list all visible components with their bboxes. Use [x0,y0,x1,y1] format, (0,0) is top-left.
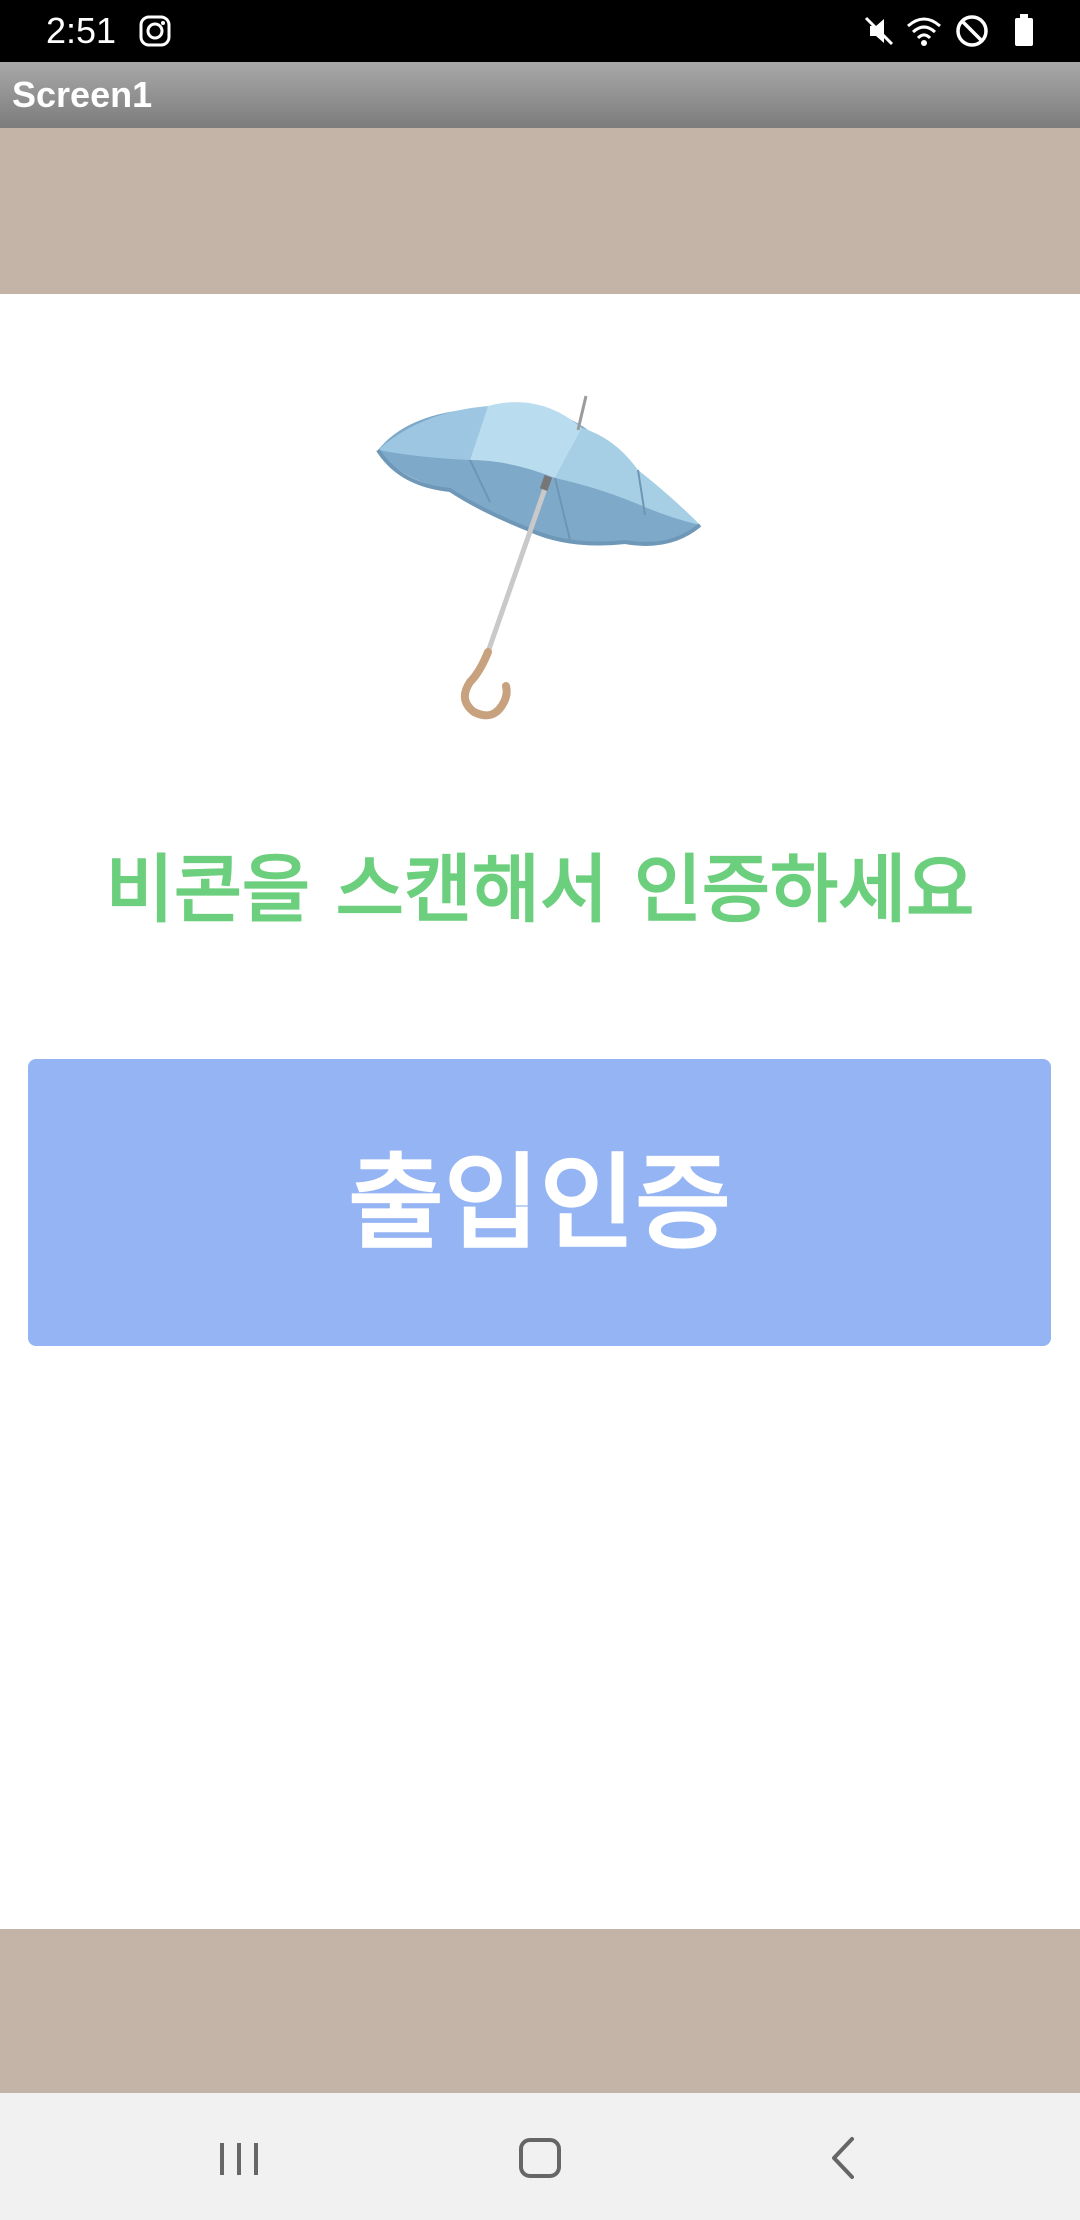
recent-apps-icon[interactable] [194,2113,284,2203]
instruction-text: 비콘을 스캔해서 인증하세요 [105,847,975,933]
battery-icon [1015,14,1033,46]
wifi-icon [907,17,941,46]
instagram-icon [139,15,171,47]
navigation-bar [0,2093,1080,2220]
back-icon[interactable] [800,2113,890,2203]
umbrella-image [376,395,702,720]
status-time: 2:51 [46,10,117,51]
entry-auth-button[interactable]: 출입인증 [28,1059,1051,1346]
home-icon[interactable] [495,2113,585,2203]
do-not-disturb-icon [956,15,988,47]
bottom-banner [0,1929,1080,2093]
top-banner [0,128,1080,294]
app-bar: Screen1 [0,62,1080,128]
mute-icon [864,16,894,46]
app-title: Screen1 [12,74,153,115]
status-bar: 2:51 [0,0,1080,62]
